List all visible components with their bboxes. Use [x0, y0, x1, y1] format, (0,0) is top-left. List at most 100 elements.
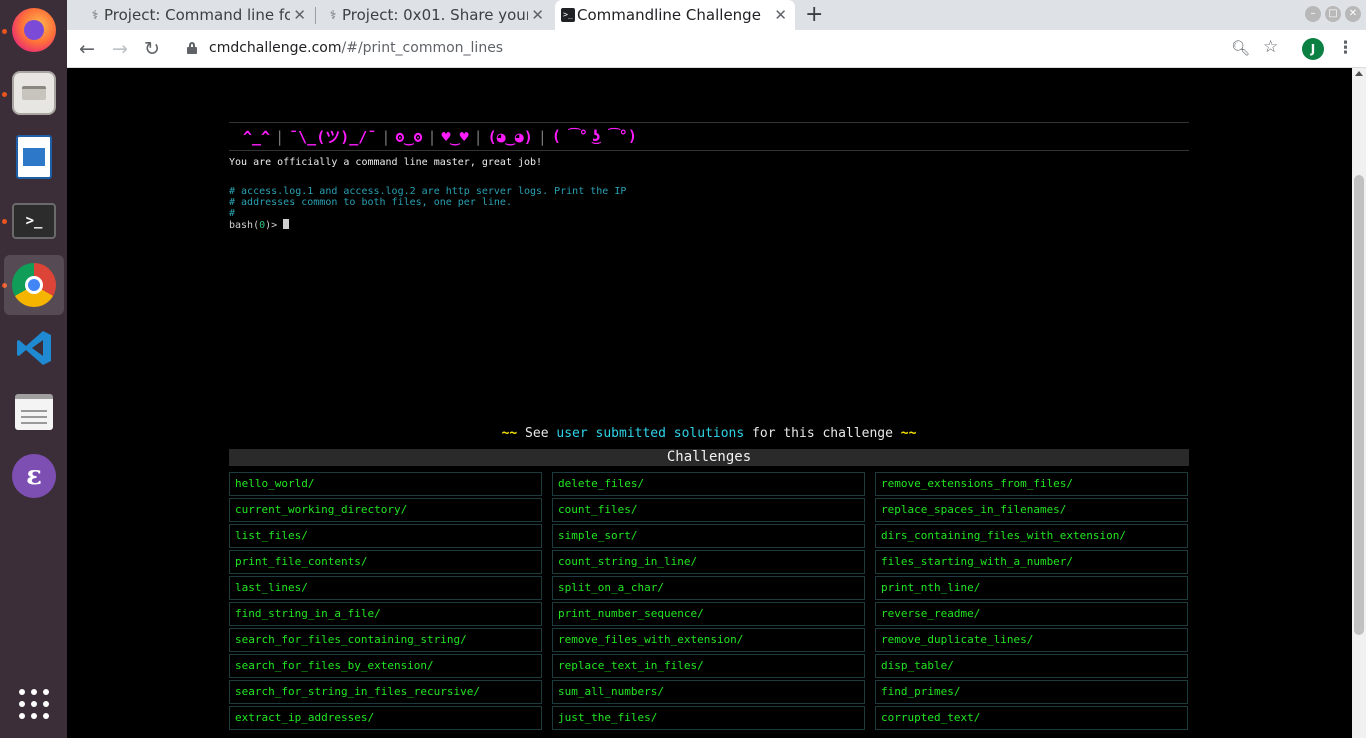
challenge-link[interactable]: remove_files_with_extension/	[552, 628, 865, 652]
challenge-column-1: hello_world/ current_working_directory/ …	[229, 472, 542, 732]
challenge-link[interactable]: remove_extensions_from_files/	[875, 472, 1188, 496]
firefox-icon	[12, 8, 56, 52]
page-viewport: ^_^ | ¯\_(ツ)_/¯ | ʘ‿ʘ | ♥‿♥ | (◕‿◕) | ( …	[67, 68, 1352, 738]
challenge-link[interactable]: replace_text_in_files/	[552, 654, 865, 678]
files-icon	[12, 71, 56, 115]
bookmark-star-icon[interactable]: ☆	[1263, 37, 1278, 57]
tab-commandline-challenge[interactable]: >_ Commandline Challenge ✕	[555, 0, 795, 30]
tab-separator	[315, 7, 316, 24]
chrome-icon	[12, 263, 56, 307]
files-launcher[interactable]	[4, 63, 64, 123]
challenge-link[interactable]: count_string_in_line/	[552, 550, 865, 574]
kaomoji-lenny[interactable]: ( ͡° ͜ʖ ͡°)	[552, 127, 637, 146]
terminal-icon: >_	[12, 203, 56, 239]
tab-project-command-line[interactable]: ⚕ Project: Command line for ✕	[82, 0, 314, 30]
challenge-link[interactable]: last_lines/	[229, 576, 542, 600]
minimize-button[interactable]: –	[1305, 6, 1321, 22]
challenge-link[interactable]: print_nth_line/	[875, 576, 1188, 600]
show-applications-button[interactable]	[4, 674, 64, 734]
browser-toolbar: ← → ↻ cmdchallenge.com/#/print_common_li…	[67, 30, 1366, 68]
lock-icon[interactable]	[187, 42, 197, 54]
challenge-link[interactable]: search_for_string_in_files_recursive/	[229, 680, 542, 704]
maximize-button[interactable]: □	[1325, 6, 1341, 22]
challenge-link[interactable]: sum_all_numbers/	[552, 680, 865, 704]
terminal-cursor[interactable]	[283, 219, 290, 229]
kaomoji-separator: |	[537, 127, 547, 146]
user-solutions-link[interactable]: user submitted solutions	[556, 426, 744, 441]
challenge-link[interactable]: print_number_sequence/	[552, 602, 865, 626]
emacs-launcher[interactable]: ɛ	[4, 446, 64, 506]
terminal-prompt[interactable]: bash(0)>	[229, 219, 290, 231]
scroll-up-arrow-icon[interactable]	[1355, 71, 1363, 76]
challenge-link[interactable]: remove_duplicate_lines/	[875, 628, 1188, 652]
challenge-link[interactable]: disp_table/	[875, 654, 1188, 678]
challenge-link[interactable]: find_string_in_a_file/	[229, 602, 542, 626]
challenge-link[interactable]: search_for_files_containing_string/	[229, 628, 542, 652]
challenge-link[interactable]: files_starting_with_a_number/	[875, 550, 1188, 574]
challenge-link[interactable]: search_for_files_by_extension/	[229, 654, 542, 678]
kaomoji-shrug[interactable]: ¯\_(ツ)_/¯	[289, 126, 376, 147]
url-text[interactable]: cmdchallenge.com/#/print_common_lines	[209, 40, 503, 56]
profile-avatar[interactable]: J	[1302, 38, 1324, 60]
terminal-favicon-icon: >_	[561, 8, 575, 22]
kaomoji-separator: |	[473, 127, 483, 146]
writer-launcher[interactable]	[4, 127, 64, 187]
challenge-link[interactable]: extract_ip_addresses/	[229, 706, 542, 730]
forward-button[interactable]: →	[112, 38, 128, 60]
challenge-link[interactable]: corrupted_text/	[875, 706, 1188, 730]
kaomoji-separator: |	[427, 127, 437, 146]
reload-button[interactable]: ↻	[144, 38, 160, 60]
tab-project-share[interactable]: ⚕ Project: 0x01. Share your | ✕	[320, 0, 552, 30]
challenge-link[interactable]: replace_spaces_in_filenames/	[875, 498, 1188, 522]
challenge-link[interactable]: delete_files/	[552, 472, 865, 496]
chrome-launcher[interactable]	[4, 255, 64, 315]
close-tab-icon[interactable]: ✕	[293, 6, 306, 24]
challenge-link[interactable]: split_on_a_char/	[552, 576, 865, 600]
challenge-link[interactable]: dirs_containing_files_with_extension/	[875, 524, 1188, 548]
zoom-icon[interactable]: 🔍︎	[1231, 39, 1250, 57]
challenge-link[interactable]: list_files/	[229, 524, 542, 548]
challenge-link[interactable]: simple_sort/	[552, 524, 865, 548]
prompt-suffix: )>	[265, 220, 284, 231]
kaomoji-surprised[interactable]: ʘ‿ʘ	[395, 128, 422, 146]
kaomoji-smile[interactable]: (◕‿◕)	[488, 128, 533, 146]
url-host: cmdchallenge.com	[209, 40, 342, 56]
success-message: You are officially a command line master…	[229, 157, 543, 168]
terminal-launcher[interactable]: >_	[4, 191, 64, 251]
page-scrollbar[interactable]	[1352, 68, 1366, 738]
challenge-link[interactable]: find_primes/	[875, 680, 1188, 704]
solutions-text-after: for this challenge	[744, 426, 901, 441]
kaomoji-love[interactable]: ♥‿♥	[442, 128, 469, 146]
browser-menu-icon[interactable]: ⋮	[1337, 38, 1354, 58]
challenge-link[interactable]: count_files/	[552, 498, 865, 522]
page-icon: ⚕	[329, 8, 337, 22]
wave-decoration: ~~	[501, 426, 518, 441]
kaomoji-separator: |	[275, 127, 285, 146]
tab-title: Project: Command line for	[104, 6, 290, 24]
text-editor-icon	[15, 394, 53, 430]
challenge-link[interactable]: print_file_contents/	[229, 550, 542, 574]
url-path: /#/print_common_lines	[341, 40, 504, 56]
close-tab-icon[interactable]: ✕	[774, 6, 787, 24]
wave-decoration: ~~	[900, 426, 917, 441]
address-bar[interactable]: cmdchallenge.com/#/print_common_lines	[175, 34, 1293, 64]
emacs-icon: ɛ	[12, 454, 56, 498]
challenge-link[interactable]: current_working_directory/	[229, 498, 542, 522]
firefox-launcher[interactable]	[4, 0, 64, 60]
back-button[interactable]: ←	[79, 38, 95, 60]
vscode-launcher[interactable]	[4, 318, 64, 378]
close-tab-icon[interactable]: ✕	[531, 6, 544, 24]
tab-title: Project: 0x01. Share your |	[342, 6, 528, 24]
close-window-button[interactable]: ✕	[1345, 6, 1361, 22]
kaomoji-happy[interactable]: ^_^	[243, 128, 270, 146]
scrollbar-thumb[interactable]	[1354, 175, 1364, 635]
new-tab-button[interactable]: +	[805, 2, 823, 27]
kaomoji-bar: ^_^ | ¯\_(ツ)_/¯ | ʘ‿ʘ | ♥‿♥ | (◕‿◕) | ( …	[229, 122, 1189, 151]
challenge-link[interactable]: reverse_readme/	[875, 602, 1188, 626]
writer-icon	[16, 135, 52, 179]
text-editor-launcher[interactable]	[4, 382, 64, 442]
page-icon: ⚕	[91, 8, 99, 22]
challenge-column-3: remove_extensions_from_files/ replace_sp…	[875, 472, 1188, 732]
challenge-link[interactable]: hello_world/	[229, 472, 542, 496]
challenge-link[interactable]: just_the_files/	[552, 706, 865, 730]
